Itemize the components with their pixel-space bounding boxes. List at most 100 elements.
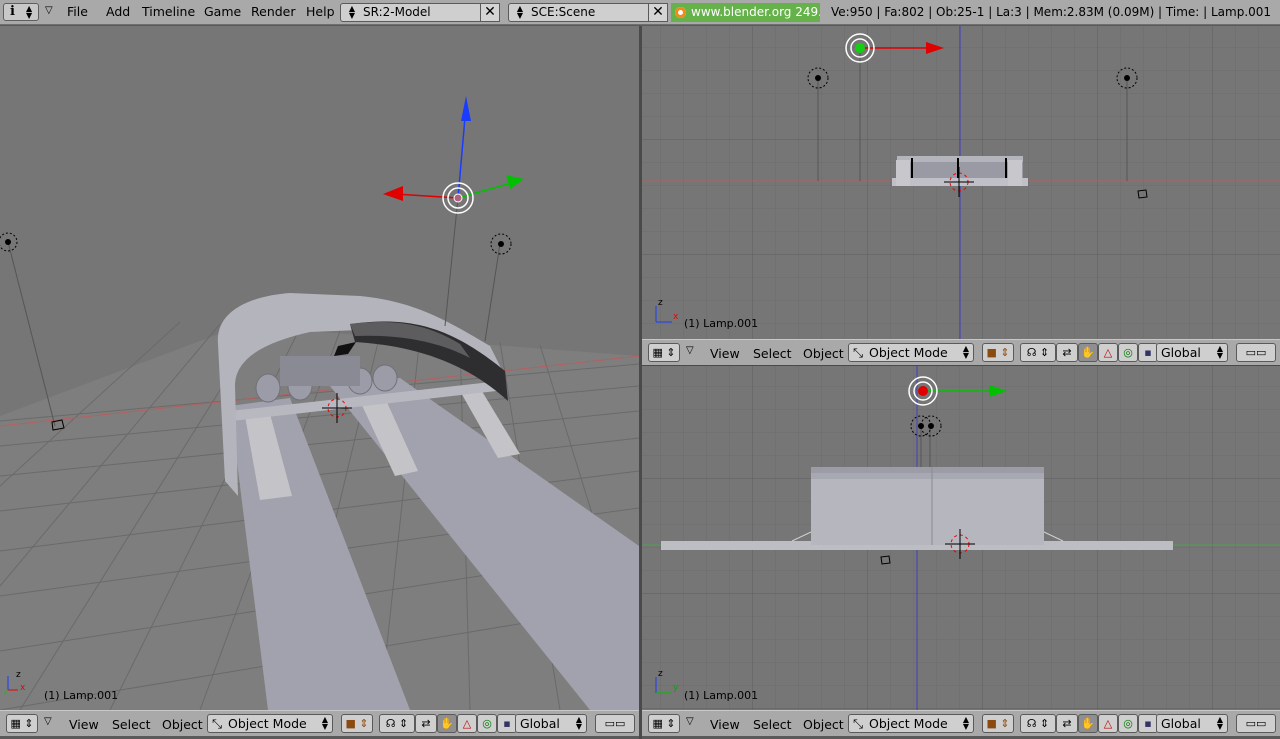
selected-lamp-icon[interactable] [442, 182, 474, 214]
close-icon: ✕ [652, 4, 664, 20]
triangle-icon: △ [462, 717, 472, 730]
lamp-icon[interactable] [490, 233, 512, 255]
menu-select[interactable]: Select [112, 717, 151, 732]
translate-toggle[interactable]: △ [1098, 714, 1118, 733]
blender-url-banner[interactable]: www.blender.org 249.2 [671, 3, 820, 22]
square-icon: ▪ [503, 717, 511, 730]
editor-type-button[interactable]: ▦ ⇕ [648, 343, 680, 362]
menu-file[interactable]: File [67, 4, 88, 19]
object-mode-icon: ⤡ [212, 716, 223, 731]
scale-toggle[interactable]: ▪ [1138, 714, 1158, 733]
editor-type-button[interactable]: ▦ ⇕ [648, 714, 680, 733]
perspective-scene[interactable]: zx [0, 26, 639, 710]
viewport-perspective[interactable]: zx (1) Lamp.001 [0, 26, 639, 710]
manipulator-toggle[interactable]: ✋ [1078, 343, 1098, 362]
menu-timeline[interactable]: Timeline [142, 4, 195, 19]
object-mode-icon: ⤡ [853, 716, 864, 731]
blender-logo-icon [675, 7, 686, 18]
screen-selector[interactable]: ▲ ▼ SR:2-Model [340, 3, 482, 22]
menu-object[interactable]: Object [162, 717, 203, 732]
layer-buttons[interactable]: ▭▭ [1236, 343, 1276, 362]
grid-icon: ▦ ⇕ [652, 346, 676, 359]
delete-screen-button[interactable]: ✕ [480, 3, 500, 22]
layers-icon: ▭▭ [604, 717, 626, 730]
orientation-selector[interactable]: Global ▲ ▼ [1156, 714, 1228, 733]
circle-icon: ◎ [482, 717, 492, 730]
menu-view[interactable]: View [710, 346, 740, 361]
translate-toggle[interactable]: △ [1098, 343, 1118, 362]
x-arrow-icon[interactable] [383, 186, 403, 201]
collapse-menu-icon[interactable]: ▽ [45, 5, 53, 16]
translate-toggle[interactable]: △ [457, 714, 477, 733]
mode-selector[interactable]: ⤡ Object Mode ▲ ▼ [848, 343, 974, 362]
y-arrow-icon[interactable] [506, 175, 524, 189]
orientation-label: Global [520, 716, 560, 731]
hand-icon: ✋ [1081, 346, 1095, 359]
orientation-label: Global [1161, 345, 1201, 360]
grid-icon: ▦ ⇕ [10, 717, 34, 730]
draw-type-button[interactable]: ■ ⇕ [982, 714, 1014, 733]
menu-help[interactable]: Help [306, 4, 335, 19]
manipulator-toggle[interactable]: ✋ [1078, 714, 1098, 733]
snap-button[interactable]: ⇄ [415, 714, 437, 733]
hand-icon: ✋ [1081, 717, 1095, 730]
rotate-toggle[interactable]: ◎ [1118, 714, 1138, 733]
menu-select[interactable]: Select [753, 717, 792, 732]
editor-type-button[interactable]: ▦ ⇕ [6, 714, 38, 733]
collapse-menu-icon[interactable]: ▽ [686, 345, 694, 356]
menu-render[interactable]: Render [251, 4, 296, 19]
updown-arrows-icon: ▲ ▼ [516, 4, 524, 20]
object-mode-icon: ⤡ [853, 345, 864, 360]
rotate-toggle[interactable]: ◎ [1118, 343, 1138, 362]
screen-name: SR:2-Model [363, 5, 431, 19]
layers-icon: ▭▭ [1245, 717, 1267, 730]
menu-object[interactable]: Object [803, 346, 844, 361]
menu-select[interactable]: Select [753, 346, 792, 361]
pivot-button[interactable]: ☊ ⇕ [379, 714, 415, 733]
pivot-button[interactable]: ☊ ⇕ [1020, 343, 1056, 362]
top-view-scene[interactable]: zx [642, 26, 1280, 339]
collapse-menu-icon[interactable]: ▽ [686, 716, 694, 727]
pivot-button[interactable]: ☊ ⇕ [1020, 714, 1056, 733]
y-axis-handle[interactable] [457, 181, 516, 199]
hangar-stripe [811, 473, 1044, 479]
delete-scene-button[interactable]: ✕ [648, 3, 668, 22]
info-icon: i [10, 4, 15, 19]
layer-buttons[interactable]: ▭▭ [595, 714, 635, 733]
menu-game[interactable]: Game [204, 4, 241, 19]
snap-button[interactable]: ⇄ [1056, 343, 1078, 362]
hand-icon: ✋ [440, 717, 454, 730]
viewport-object-label: (1) Lamp.001 [684, 317, 759, 330]
manipulator-toggle[interactable]: ✋ [437, 714, 457, 733]
scene-selector[interactable]: ▲ ▼ SCE:Scene [508, 3, 650, 22]
snap-icon: ⇄ [421, 717, 431, 730]
scale-toggle[interactable]: ▪ [1138, 343, 1158, 362]
area-divider-vertical[interactable] [639, 26, 642, 739]
updown-arrows-icon: ▲ ▼ [26, 4, 33, 20]
layer-buttons[interactable]: ▭▭ [1236, 714, 1276, 733]
orientation-selector[interactable]: Global ▲ ▼ [515, 714, 587, 733]
svg-text:z: z [658, 669, 663, 679]
viewport-side[interactable]: zy (1) Lamp.001 [642, 366, 1280, 710]
side-view-scene[interactable]: zy [642, 366, 1280, 710]
snap-button[interactable]: ⇄ [1056, 714, 1078, 733]
menu-view[interactable]: View [710, 717, 740, 732]
triangle-icon: △ [1103, 717, 1113, 730]
scale-toggle[interactable]: ▪ [497, 714, 517, 733]
lamp-icon[interactable] [0, 232, 18, 252]
menu-object[interactable]: Object [803, 717, 844, 732]
z-arrow-icon[interactable] [461, 96, 471, 121]
updown-arrows-icon: ▲ ▼ [962, 344, 969, 360]
editor-type-button[interactable]: i ▲ ▼ [3, 3, 39, 21]
menu-add[interactable]: Add [106, 4, 130, 19]
rotate-toggle[interactable]: ◎ [477, 714, 497, 733]
mode-selector[interactable]: ⤡ Object Mode ▲ ▼ [848, 714, 974, 733]
updown-arrows-icon: ▲ ▼ [321, 715, 328, 731]
collapse-menu-icon[interactable]: ▽ [44, 716, 52, 727]
orientation-selector[interactable]: Global ▲ ▼ [1156, 343, 1228, 362]
viewport-top[interactable]: zx (1) Lamp.001 [642, 26, 1280, 339]
mode-selector[interactable]: ⤡ Object Mode ▲ ▼ [207, 714, 333, 733]
draw-type-button[interactable]: ■ ⇕ [982, 343, 1014, 362]
draw-type-button[interactable]: ■ ⇕ [341, 714, 373, 733]
menu-view[interactable]: View [69, 717, 99, 732]
